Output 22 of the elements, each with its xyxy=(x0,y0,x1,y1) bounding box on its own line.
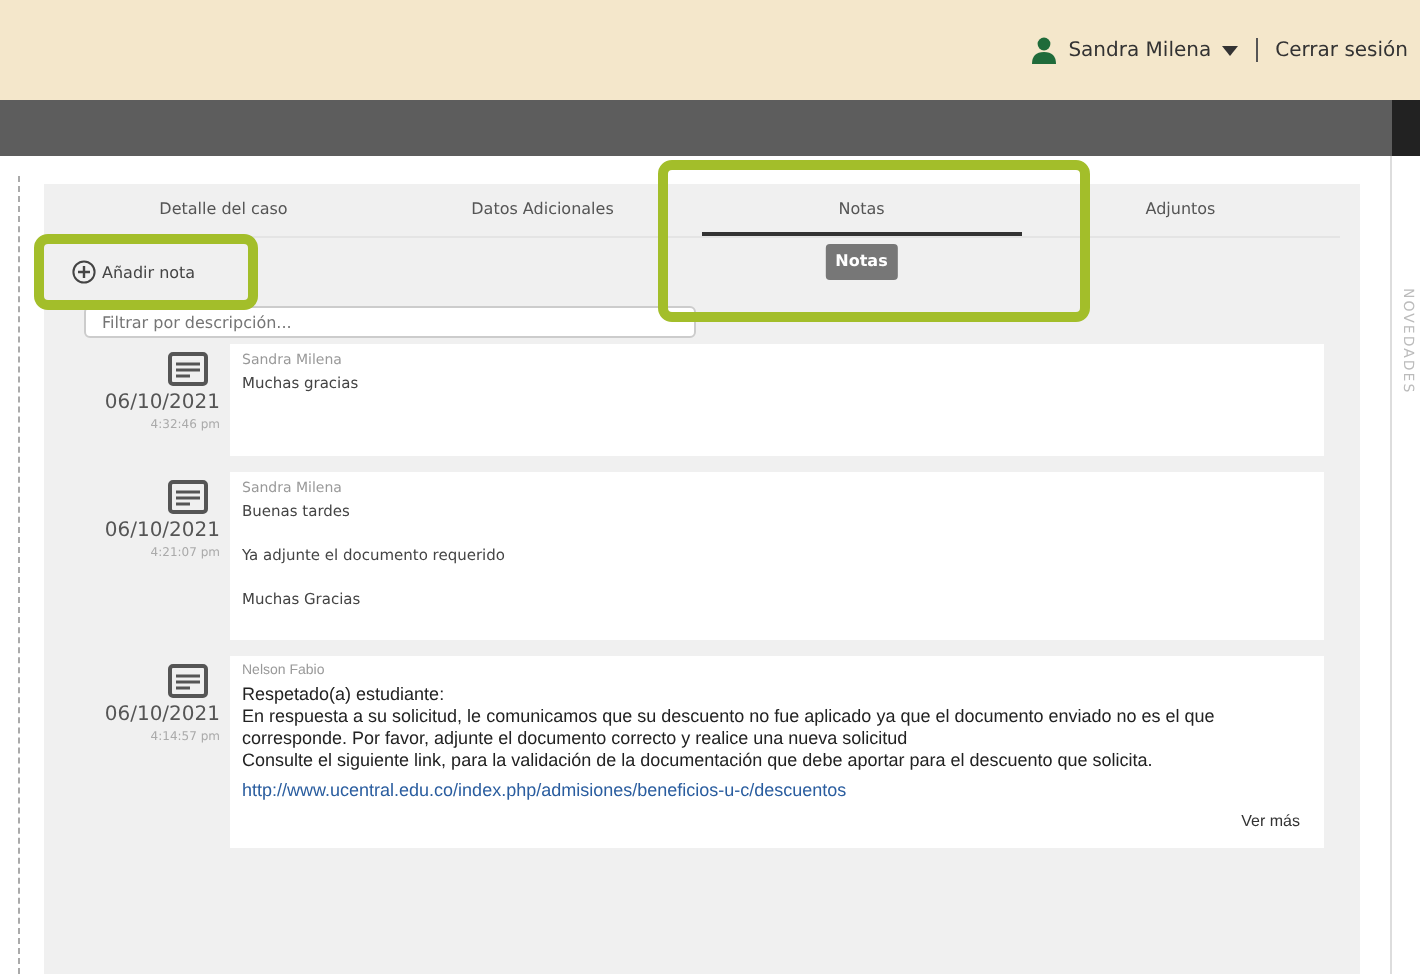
tab[interactable]: Detalle del caso xyxy=(64,184,383,236)
caret-icon[interactable] xyxy=(1221,45,1238,55)
tab[interactable]: Datos Adicionales xyxy=(383,184,702,236)
tooltip: Notas xyxy=(825,244,898,280)
note-date: 06/10/2021 xyxy=(104,520,220,542)
note-date: 06/10/2021 xyxy=(104,704,220,726)
note-text: En respuesta a su solicitud, le comunicamos que su descuento no fue aplicado ya que el documento enviado no es el que corresponde. Por favor, adjunte el documento correcto y realice una nueva solicitud xyxy=(242,706,1217,750)
note-text: Consulte el siguiente link, para la validación de la documentación que debe aportar para el descuento que solicita. xyxy=(242,750,1155,772)
logout-link[interactable]: Cerrar sesión xyxy=(1275,39,1408,61)
note-link[interactable]: http://www.ucentral.edu.co/index.php/admisiones/beneficios-u-c/descuentos xyxy=(242,780,847,800)
tab[interactable]: Adjuntos xyxy=(1021,184,1340,236)
add-note-button[interactable]: Añadir nota xyxy=(64,256,204,288)
user-menu[interactable]: Sandra Milena xyxy=(1068,39,1212,61)
user-icon xyxy=(1030,36,1059,64)
note-text: Respetado(a) estudiante: xyxy=(242,684,447,706)
note-date: 06/10/2021 xyxy=(104,392,220,414)
plus-icon xyxy=(72,260,96,284)
filter-field[interactable]: Filtrar por descripción... xyxy=(84,306,696,338)
note-icon xyxy=(168,352,208,386)
note-icon xyxy=(168,480,208,514)
see-more-link[interactable]: Ver más xyxy=(1241,812,1300,830)
note-icon xyxy=(168,664,208,698)
